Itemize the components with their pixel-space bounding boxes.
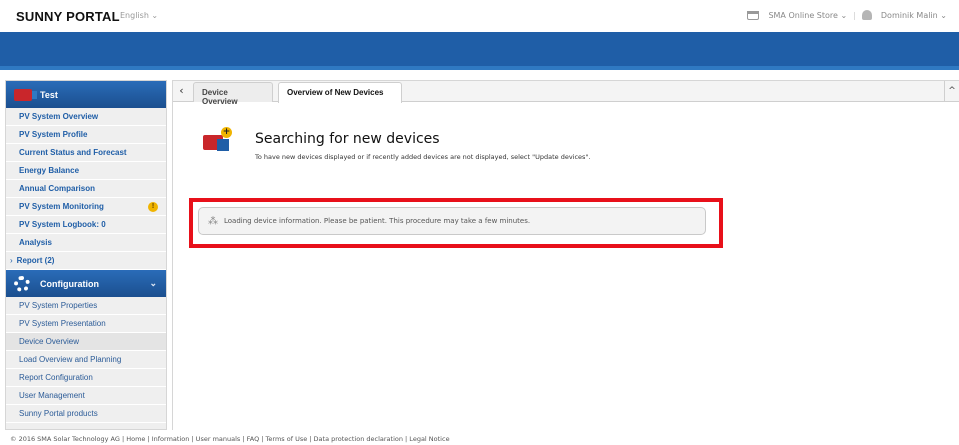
sidebar-item-label: PV System Monitoring [19, 202, 104, 211]
chevron-right-icon: › [10, 256, 13, 265]
sunny-portal-logo[interactable]: SUNNY PORTAL [16, 9, 120, 24]
sidebar-item-label: Device Overview [19, 337, 80, 346]
sidebar-item-label: PV System Properties [19, 301, 98, 310]
sidebar-item-current-status[interactable]: Current Status and Forecast [6, 144, 166, 162]
tab-device-overview[interactable]: Device Overview [193, 82, 273, 106]
language-selector[interactable]: English ⌄ [120, 11, 158, 20]
sidebar-item-analysis[interactable]: Analysis [6, 234, 166, 252]
new-device-icon: + [203, 127, 233, 153]
sidebar-item-report[interactable]: › Report (2) [6, 252, 166, 270]
search-description: To have new devices displayed or if rece… [255, 153, 591, 161]
sidebar-item-label: Current Status and Forecast [19, 148, 127, 157]
chevron-down-icon[interactable]: ⌄ [149, 278, 157, 289]
user-icon [861, 10, 872, 20]
panel-shape [217, 139, 229, 151]
sidebar-item-label: PV System Profile [19, 130, 88, 139]
sidebar-item-pv-system-properties[interactable]: PV System Properties [6, 297, 166, 315]
sidebar-item-label: User Management [19, 391, 85, 400]
spinner-icon: ⁂ [208, 215, 218, 227]
sidebar-item-pv-system-presentation[interactable]: PV System Presentation [6, 315, 166, 333]
sidebar-item-pv-system-profile[interactable]: PV System Profile [6, 126, 166, 144]
sidebar-item-device-overview[interactable]: Device Overview [6, 333, 166, 351]
system-name: Test [40, 89, 58, 100]
top-bar: SUNNY PORTAL English ⌄ SMA Online Store … [0, 0, 959, 32]
configuration-title: Configuration [40, 278, 99, 289]
cart-icon [747, 10, 760, 20]
tab-back-button[interactable]: ‹ [173, 81, 190, 101]
user-menu[interactable]: Dominik Malin ⌄ [881, 11, 947, 20]
main-content: ‹ Device Overview Overview of New Device… [172, 80, 959, 430]
plus-icon: + [221, 127, 232, 138]
tab-bar: ‹ Device Overview Overview of New Device… [173, 81, 959, 106]
search-title: Searching for new devices [255, 131, 440, 147]
sidebar-item-label: Annual Comparison [19, 184, 96, 193]
sidebar-item-label: Report Configuration [19, 373, 93, 382]
sidebar-item-energy-balance[interactable]: Energy Balance [6, 162, 166, 180]
configuration-header[interactable]: Configuration ⌄ [6, 270, 166, 297]
system-header[interactable]: Test [6, 81, 166, 108]
footer-links[interactable]: © 2016 SMA Solar Technology AG | Home | … [10, 435, 450, 443]
sidebar-item-label: Sunny Portal products [19, 409, 98, 418]
sidebar-item-load-overview[interactable]: Load Overview and Planning [6, 351, 166, 369]
warning-icon: ! [148, 201, 158, 212]
sidebar-item-label: Energy Balance [19, 166, 80, 175]
sidebar-item-label: PV System Logbook: 0 [19, 220, 106, 229]
sidebar-item-pv-system-overview[interactable]: PV System Overview [6, 108, 166, 126]
top-right-menu: SMA Online Store ⌄ | Dominik Malin ⌄ [747, 10, 947, 20]
sidebar-item-label: Analysis [19, 238, 52, 247]
collapse-button[interactable]: ^ [944, 81, 959, 101]
sidebar-item-user-management[interactable]: User Management [6, 387, 166, 405]
online-store-link[interactable]: SMA Online Store ⌄ [768, 11, 847, 20]
sidebar-item-label: PV System Overview [19, 112, 99, 121]
sidebar-item-label: PV System Presentation [19, 319, 106, 328]
sidebar-item-annual-comparison[interactable]: Annual Comparison [6, 180, 166, 198]
loading-text: Loading device information. Please be pa… [224, 217, 531, 225]
sidebar-item-logbook[interactable]: PV System Logbook: 0 [6, 216, 166, 234]
sidebar: Test PV System Overview PV System Profil… [5, 80, 167, 430]
gear-icon [14, 275, 30, 292]
header-separator: | [853, 10, 856, 20]
sidebar-item-pv-system-monitoring[interactable]: PV System Monitoring ! [6, 198, 166, 216]
sidebar-item-label: Load Overview and Planning [19, 355, 122, 364]
pv-system-icon [14, 88, 37, 101]
loading-message: ⁂ Loading device information. Please be … [198, 207, 706, 235]
sidebar-item-report-configuration[interactable]: Report Configuration [6, 369, 166, 387]
sidebar-item-label: Report (2) [16, 256, 55, 265]
tab-overview-new-devices[interactable]: Overview of New Devices [278, 82, 402, 103]
sidebar-item-sunny-portal-products[interactable]: Sunny Portal products [6, 405, 166, 423]
blue-banner [0, 32, 959, 70]
